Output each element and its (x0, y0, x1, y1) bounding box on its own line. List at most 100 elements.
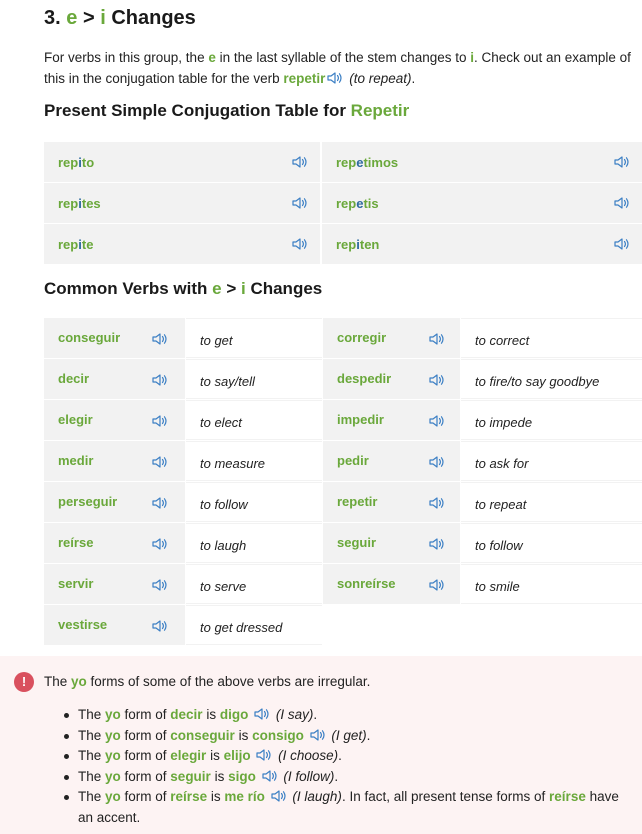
speaker-icon[interactable] (614, 156, 630, 168)
translation-cell: to elect (186, 400, 322, 440)
verb-cell: servir (44, 564, 185, 604)
conjugated-form[interactable]: repetis (322, 196, 379, 211)
title-rest: Changes (111, 7, 196, 29)
conjugation-cell: repites (44, 183, 320, 223)
speaker-icon[interactable] (262, 770, 278, 782)
speaker-icon[interactable] (429, 374, 445, 386)
common-verbs-table: conseguir to get corregir to correct decir to… (44, 318, 642, 646)
verb-link[interactable]: seguir (170, 769, 211, 784)
speaker-icon[interactable] (429, 333, 445, 345)
verb-link[interactable]: decir (170, 707, 202, 722)
translation-cell: to fire/to say goodbye (461, 359, 642, 399)
note-item: The yo form of seguir is sigo (I follow)… (62, 767, 632, 788)
translation-cell: to say/tell (186, 359, 322, 399)
speaker-icon[interactable] (152, 374, 168, 386)
translation: to get (200, 333, 233, 348)
verb-row: medir to measure pedir to ask for (44, 441, 642, 481)
translation: to follow (200, 497, 248, 512)
speaker-icon[interactable] (429, 497, 445, 509)
verb-cell: repetir (323, 482, 460, 522)
verb-link[interactable]: repetir (337, 494, 377, 509)
translation: to measure (200, 456, 266, 471)
irregular-form[interactable]: sigo (228, 769, 256, 784)
intro-paragraph: For verbs in this group, the e in the la… (44, 50, 631, 86)
conjugated-form[interactable]: repetimos (322, 155, 398, 170)
irregular-form[interactable]: consigo (252, 728, 304, 743)
verb-link[interactable]: medir (58, 453, 93, 468)
verb-link[interactable]: elegir (58, 412, 93, 427)
verb-link[interactable]: perseguir (58, 494, 117, 509)
irregular-form[interactable]: me río (224, 789, 265, 804)
irregular-form[interactable]: elijo (224, 748, 251, 763)
verb-link-repetir[interactable]: repetir (283, 71, 325, 86)
verb-row: vestirse to get dressed (44, 605, 642, 645)
conjugated-form[interactable]: repites (44, 196, 101, 211)
verb-link[interactable]: reírse (170, 789, 207, 804)
speaker-icon[interactable] (152, 415, 168, 427)
speaker-icon[interactable] (614, 197, 630, 209)
conjugation-row: repites repetis (44, 183, 642, 223)
speaker-icon[interactable] (152, 620, 168, 632)
verb-link[interactable]: elegir (170, 748, 206, 763)
verb-link[interactable]: servir (58, 576, 93, 591)
verb-cell: pedir (323, 441, 460, 481)
conjugation-cell: repite (44, 224, 320, 264)
translation-cell: to get (186, 318, 322, 358)
verb-link[interactable]: vestirse (58, 617, 107, 632)
speaker-icon[interactable] (256, 749, 272, 761)
verb-link[interactable]: conseguir (58, 330, 120, 345)
verb-row: reírse to laugh seguir to follow (44, 523, 642, 563)
conjugated-form[interactable]: repito (44, 155, 94, 170)
verb-link[interactable]: pedir (337, 453, 369, 468)
translation-cell: to impede (461, 400, 642, 440)
speaker-icon[interactable] (152, 333, 168, 345)
irregular-form[interactable]: digo (220, 707, 249, 722)
speaker-icon[interactable] (292, 238, 308, 250)
translation-cell: to ask for (461, 441, 642, 481)
translation: to laugh (200, 538, 247, 553)
note-list: The yo form of decir is digo (I say). The… (62, 705, 632, 828)
speaker-icon[interactable] (327, 72, 343, 84)
verb-link[interactable]: decir (58, 371, 89, 386)
speaker-icon[interactable] (152, 579, 168, 591)
verb-link[interactable]: conseguir (170, 728, 235, 743)
speaker-icon[interactable] (429, 538, 445, 550)
verb-link[interactable]: impedir (337, 412, 384, 427)
speaker-icon[interactable] (271, 790, 287, 802)
speaker-icon[interactable] (152, 538, 168, 550)
note-box: ! The yo forms of some of the above verb… (0, 656, 642, 834)
verb-link[interactable]: reírse (549, 789, 586, 804)
translation: to repeat (475, 497, 527, 512)
verb-row: perseguir to follow repetir to repeat (44, 482, 642, 522)
verb-link[interactable]: sonreírse (337, 576, 396, 591)
speaker-icon[interactable] (429, 579, 445, 591)
speaker-icon[interactable] (429, 415, 445, 427)
verb-link[interactable]: despedir (337, 371, 391, 386)
verb-cell: vestirse (44, 605, 185, 645)
conjugated-form[interactable]: repiten (322, 237, 379, 252)
translation: to impede (475, 415, 533, 430)
verb-link[interactable]: corregir (337, 330, 386, 345)
speaker-icon[interactable] (152, 497, 168, 509)
speaker-icon[interactable] (152, 456, 168, 468)
speaker-icon[interactable] (614, 238, 630, 250)
common-verbs-heading: Common Verbs with e > i Changes (44, 279, 323, 298)
verb-link[interactable]: seguir (337, 535, 376, 550)
translation-cell: to follow (186, 482, 322, 522)
note-item: The yo form of conseguir is consigo (I g… (62, 726, 632, 747)
verb-row: conseguir to get corregir to correct (44, 318, 642, 358)
speaker-icon[interactable] (254, 708, 270, 720)
note-heading: The yo forms of some of the above verbs … (44, 674, 371, 689)
speaker-icon[interactable] (310, 729, 326, 741)
speaker-icon[interactable] (292, 197, 308, 209)
translation-cell: to follow (461, 523, 642, 563)
conjugation-heading: Present Simple Conjugation Table for Rep… (44, 101, 410, 120)
translation: to fire/to say goodbye (475, 374, 600, 389)
speaker-icon[interactable] (292, 156, 308, 168)
speaker-icon[interactable] (429, 456, 445, 468)
verb-row: elegir to elect impedir to impede (44, 400, 642, 440)
verb-link[interactable]: reírse (58, 535, 93, 550)
verb-cell: decir (44, 359, 185, 399)
verb-cell: corregir (323, 318, 460, 358)
conjugated-form[interactable]: repite (44, 237, 93, 252)
